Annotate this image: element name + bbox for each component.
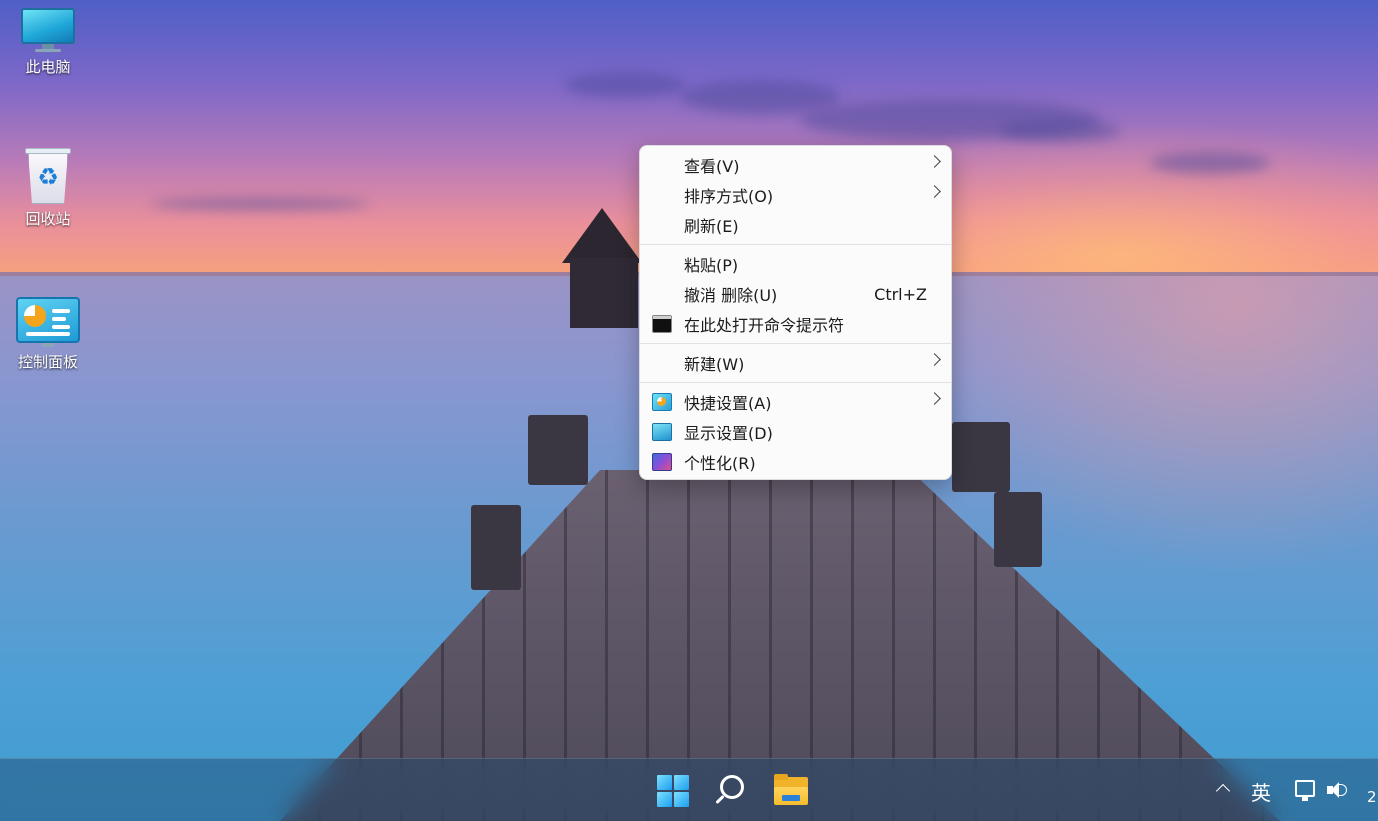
- desktop-icon-label: 回收站: [25, 210, 71, 228]
- chevron-right-icon: [928, 155, 941, 168]
- menu-item-label: 新建(W): [684, 355, 745, 374]
- menu-separator: [640, 343, 951, 344]
- menu-item-label: 个性化(R): [684, 454, 756, 473]
- display-icon: [652, 423, 672, 441]
- menu-item-quick-settings[interactable]: 快捷设置(A): [640, 387, 951, 417]
- desktop-icon-recycle-bin[interactable]: ♻ 回收站: [3, 146, 93, 229]
- menu-item-sort-by[interactable]: 排序方式(O): [640, 180, 951, 210]
- menu-item-shortcut: Ctrl+Z: [874, 285, 927, 304]
- menu-item-personalize[interactable]: 个性化(R): [640, 447, 951, 477]
- wallpaper-cloud: [680, 80, 840, 114]
- wallpaper-cloud: [565, 72, 685, 98]
- wallpaper-cloud: [150, 198, 370, 210]
- menu-item-paste[interactable]: 粘贴(P): [640, 249, 951, 279]
- desktop-context-menu: 查看(V) 排序方式(O) 刷新(E) 粘贴(P) 撤消 删除(U) Ctrl+…: [639, 145, 952, 480]
- cmd-icon: [652, 315, 672, 333]
- chevron-right-icon: [928, 353, 941, 366]
- menu-item-label: 撤消 删除(U): [684, 286, 778, 305]
- input-method-indicator[interactable]: 英: [1251, 777, 1271, 806]
- menu-item-open-command-prompt[interactable]: 在此处打开命令提示符: [640, 309, 951, 339]
- wallpaper-pavilion: [570, 258, 638, 328]
- wallpaper-pier-post: [994, 492, 1042, 567]
- wallpaper-cloud: [1150, 152, 1270, 174]
- network-icon[interactable]: [1295, 780, 1315, 801]
- menu-item-label: 刷新(E): [684, 217, 739, 236]
- menu-item-label: 在此处打开命令提示符: [684, 316, 845, 335]
- desktop-icon-control-panel[interactable]: 控制面板: [3, 297, 93, 372]
- menu-item-new[interactable]: 新建(W): [640, 348, 951, 378]
- chevron-right-icon: [928, 185, 941, 198]
- desktop-icon-label: 此电脑: [25, 58, 71, 76]
- monitor-icon: [19, 6, 77, 52]
- menu-item-label: 快捷设置(A): [684, 394, 772, 413]
- menu-item-label: 查看(V): [684, 157, 740, 176]
- menu-item-label: 显示设置(D): [684, 424, 773, 443]
- taskbar: [0, 758, 1378, 821]
- chevron-right-icon: [928, 392, 941, 405]
- menu-item-label: 粘贴(P): [684, 256, 739, 275]
- search-icon: [720, 775, 744, 799]
- file-explorer-icon: [774, 774, 808, 805]
- search-button[interactable]: [712, 769, 756, 813]
- wallpaper-pier-post: [528, 415, 588, 485]
- clock-partial[interactable]: 2: [1367, 788, 1377, 806]
- start-button[interactable]: [651, 769, 695, 813]
- menu-item-refresh[interactable]: 刷新(E): [640, 210, 951, 240]
- file-explorer-button[interactable]: [770, 769, 814, 813]
- menu-item-display-settings[interactable]: 显示设置(D): [640, 417, 951, 447]
- desktop-icon-label: 控制面板: [17, 353, 78, 371]
- menu-item-label: 排序方式(O): [684, 187, 774, 206]
- menu-item-undo-delete[interactable]: 撤消 删除(U) Ctrl+Z: [640, 279, 951, 309]
- menu-item-view[interactable]: 查看(V): [640, 150, 951, 180]
- start-icon: [657, 775, 689, 807]
- wallpaper-cloud: [1000, 120, 1120, 142]
- desktop-icon-this-pc[interactable]: 此电脑: [3, 6, 93, 77]
- menu-separator: [640, 244, 951, 245]
- menu-separator: [640, 382, 951, 383]
- quick-settings-icon: [652, 393, 672, 411]
- control-panel-icon: [16, 297, 80, 347]
- recycle-bin-icon: ♻: [25, 146, 71, 204]
- wallpaper-pier-post: [471, 505, 521, 590]
- volume-icon[interactable]: [1327, 781, 1347, 799]
- wallpaper-pier-post: [952, 422, 1010, 492]
- personalize-icon: [652, 453, 672, 471]
